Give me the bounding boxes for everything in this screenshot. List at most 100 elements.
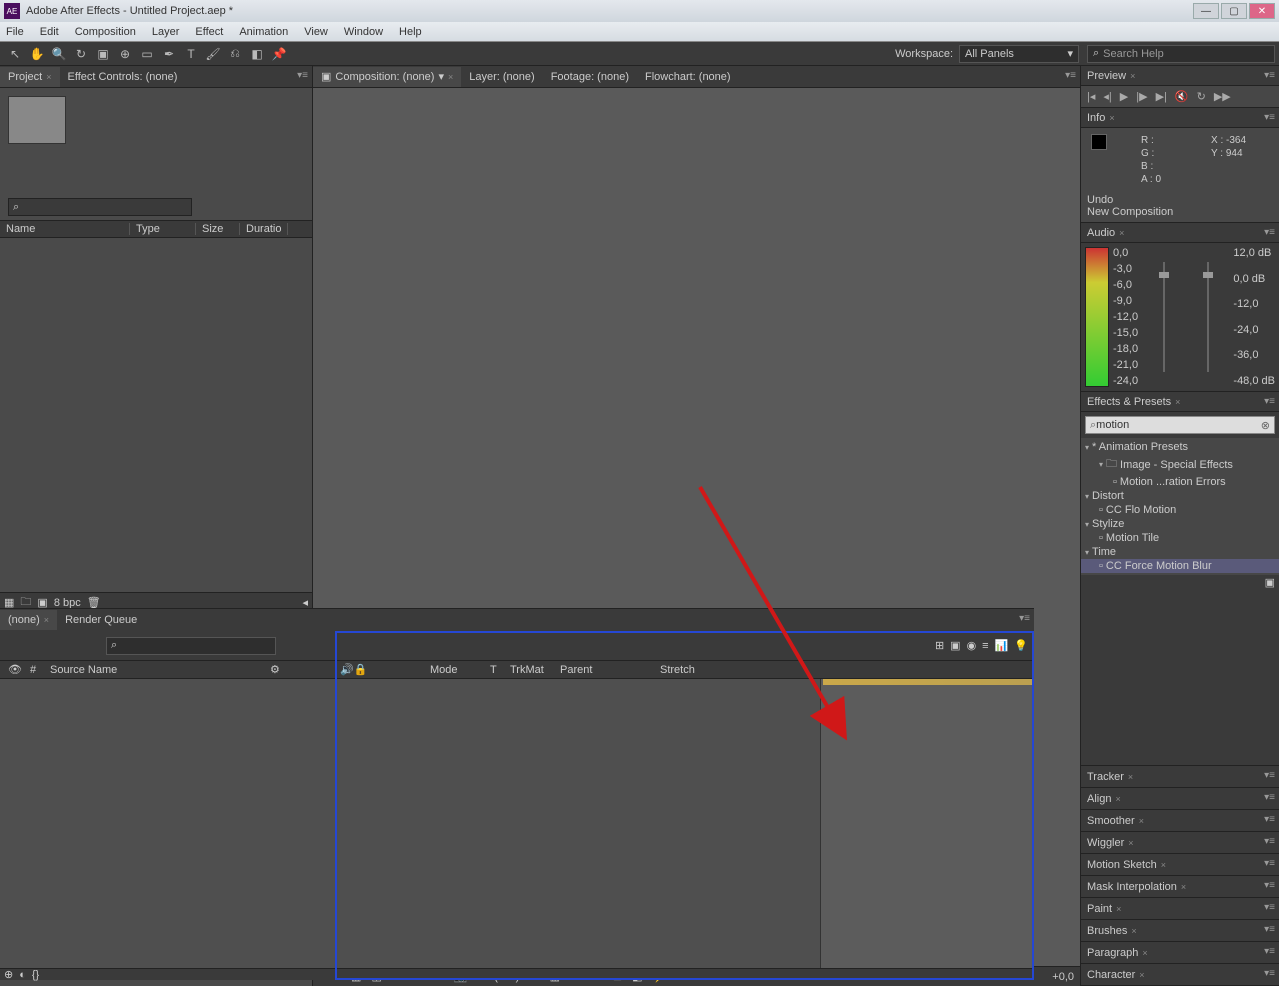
disclosure-triangle-icon[interactable]: ▾ xyxy=(1085,520,1089,529)
tl-moblur-icon[interactable]: ◉ xyxy=(967,639,977,652)
pen-tool[interactable]: ✒ xyxy=(158,44,180,64)
timeline-graph-area[interactable] xyxy=(820,679,1034,968)
tab-render-queue[interactable]: Render Queue xyxy=(57,610,145,630)
effects-tree-item[interactable]: ▾🗀Image - Special Effects xyxy=(1081,454,1279,475)
tl-draft3d-icon[interactable]: ▣ xyxy=(950,639,960,652)
close-icon[interactable]: × xyxy=(1175,397,1180,407)
menu-effect[interactable]: Effect xyxy=(195,26,223,38)
menu-edit[interactable]: Edit xyxy=(40,26,59,38)
new-bin-icon[interactable]: ▣ xyxy=(1265,577,1275,589)
last-frame-button[interactable]: ▶| xyxy=(1156,90,1167,103)
effects-tree-item[interactable]: ▾Stylize xyxy=(1081,517,1279,531)
audio-slider-left[interactable] xyxy=(1163,262,1165,372)
close-icon[interactable]: × xyxy=(1131,926,1136,936)
col-stretch[interactable]: Stretch xyxy=(660,664,720,676)
tab-effect-controls[interactable]: Effect Controls: (none) xyxy=(60,67,186,87)
col-parent[interactable]: Parent xyxy=(560,664,660,676)
tab-footage[interactable]: Footage: (none) xyxy=(543,67,637,87)
clone-tool[interactable]: ⎌ xyxy=(224,44,246,64)
tab-composition[interactable]: ▣Composition: (none)▾× xyxy=(313,67,461,87)
col-trkmat[interactable]: TrkMat xyxy=(510,664,560,676)
effects-tree-item[interactable]: ▾Time xyxy=(1081,545,1279,559)
workspace-dropdown[interactable]: All Panels ▾ xyxy=(959,45,1079,63)
collapsed-panel-smoother[interactable]: Smoother×▾≡ xyxy=(1081,810,1279,832)
loop-button[interactable]: ↻ xyxy=(1197,90,1206,103)
first-frame-button[interactable]: |◂ xyxy=(1087,90,1095,103)
shape-tool[interactable]: ▭ xyxy=(136,44,158,64)
next-frame-button[interactable]: |▶ xyxy=(1136,90,1147,103)
clear-search-icon[interactable]: ⊗ xyxy=(1261,419,1270,432)
ram-preview-button[interactable]: ▶▶ xyxy=(1214,90,1231,103)
close-icon[interactable]: × xyxy=(448,72,453,82)
menu-composition[interactable]: Composition xyxy=(75,26,136,38)
timeline-search-input[interactable]: ⌕ xyxy=(106,637,276,655)
eraser-tool[interactable]: ◧ xyxy=(246,44,268,64)
effects-search-field[interactable] xyxy=(1096,419,1261,431)
tl-graph-icon[interactable]: 📊 xyxy=(995,639,1009,652)
panel-menu-icon[interactable]: ▾≡ xyxy=(297,70,308,81)
puppet-tool[interactable]: 📌 xyxy=(268,44,290,64)
col-type[interactable]: Type xyxy=(130,223,196,235)
close-icon[interactable]: × xyxy=(1128,772,1133,782)
maximize-button[interactable]: ▢ xyxy=(1221,3,1247,19)
close-icon[interactable]: × xyxy=(1161,860,1166,870)
menu-layer[interactable]: Layer xyxy=(152,26,180,38)
tl-frameblend-icon[interactable]: ≡ xyxy=(982,640,988,652)
disclosure-triangle-icon[interactable]: ▾ xyxy=(1099,460,1103,469)
disclosure-triangle-icon[interactable]: ▾ xyxy=(1085,548,1089,557)
bpc-button[interactable]: 8 bpc xyxy=(54,597,81,609)
panel-menu-icon[interactable]: ▾≡ xyxy=(1264,924,1275,935)
project-search-input[interactable]: ⌕ xyxy=(8,198,192,216)
close-icon[interactable]: × xyxy=(1130,71,1135,81)
tab-flowchart[interactable]: Flowchart: (none) xyxy=(637,67,739,87)
col-t[interactable]: T xyxy=(490,664,510,676)
effects-tree-item[interactable]: ▫Motion ...ration Errors xyxy=(1081,475,1279,489)
minimize-button[interactable]: — xyxy=(1193,3,1219,19)
collapsed-panel-wiggler[interactable]: Wiggler×▾≡ xyxy=(1081,832,1279,854)
project-items-list[interactable] xyxy=(0,238,312,592)
disclosure-triangle-icon[interactable]: ▾ xyxy=(1085,492,1089,501)
toggle-switches-icon[interactable]: ⊕ xyxy=(4,968,13,981)
close-icon[interactable]: × xyxy=(1142,948,1147,958)
tl-switch-icon[interactable]: ⊞ xyxy=(935,639,944,652)
panel-menu-icon[interactable]: ▾≡ xyxy=(1264,858,1275,869)
panel-menu-icon[interactable]: ▾≡ xyxy=(1264,70,1275,81)
effects-tree-item[interactable]: ▾* Animation Presets xyxy=(1081,440,1279,454)
collapsed-panel-mask-interpolation[interactable]: Mask Interpolation×▾≡ xyxy=(1081,876,1279,898)
brush-tool[interactable]: 🖌 xyxy=(202,44,224,64)
menu-help[interactable]: Help xyxy=(399,26,422,38)
text-tool[interactable]: T xyxy=(180,44,202,64)
zoom-tool[interactable]: 🔍 xyxy=(48,44,70,64)
col-name[interactable]: Name xyxy=(0,223,130,235)
time-ruler-workarea[interactable] xyxy=(823,679,1032,685)
close-icon[interactable]: × xyxy=(1116,904,1121,914)
panel-menu-icon[interactable]: ▾≡ xyxy=(1264,792,1275,803)
panel-menu-icon[interactable]: ▾≡ xyxy=(1264,396,1275,407)
menu-animation[interactable]: Animation xyxy=(239,26,288,38)
collapsed-panel-tracker[interactable]: Tracker×▾≡ xyxy=(1081,766,1279,788)
prev-frame-button[interactable]: ◂| xyxy=(1103,90,1111,103)
panel-menu-icon[interactable]: ▾≡ xyxy=(1264,946,1275,957)
collapsed-panel-align[interactable]: Align×▾≡ xyxy=(1081,788,1279,810)
close-icon[interactable]: × xyxy=(1139,816,1144,826)
effects-tree-item[interactable]: ▫CC Force Motion Blur xyxy=(1081,559,1279,573)
collapsed-panel-paragraph[interactable]: Paragraph×▾≡ xyxy=(1081,942,1279,964)
toggle-inout-icon[interactable]: {} xyxy=(32,969,39,981)
collapsed-panel-motion-sketch[interactable]: Motion Sketch×▾≡ xyxy=(1081,854,1279,876)
play-button[interactable]: ▶ xyxy=(1120,90,1128,103)
close-icon[interactable]: × xyxy=(1109,113,1114,123)
effects-tree[interactable]: ▾* Animation Presets▾🗀Image - Special Ef… xyxy=(1081,438,1279,575)
col-number[interactable]: # xyxy=(30,664,50,676)
panel-menu-icon[interactable]: ▾≡ xyxy=(1264,968,1275,979)
rotate-tool[interactable]: ↻ xyxy=(70,44,92,64)
panel-menu-icon[interactable]: ▾≡ xyxy=(1264,836,1275,847)
close-icon[interactable]: × xyxy=(46,72,51,82)
collapsed-panel-character[interactable]: Character×▾≡ xyxy=(1081,964,1279,986)
menu-view[interactable]: View xyxy=(304,26,328,38)
col-mode[interactable]: Mode xyxy=(430,664,490,676)
close-icon[interactable]: × xyxy=(1128,838,1133,848)
tl-brainstorm-icon[interactable]: 💡 xyxy=(1014,639,1028,652)
col-duration[interactable]: Duratio xyxy=(240,223,288,235)
panel-menu-icon[interactable]: ▾≡ xyxy=(1264,227,1275,238)
close-icon[interactable]: × xyxy=(1139,970,1144,980)
